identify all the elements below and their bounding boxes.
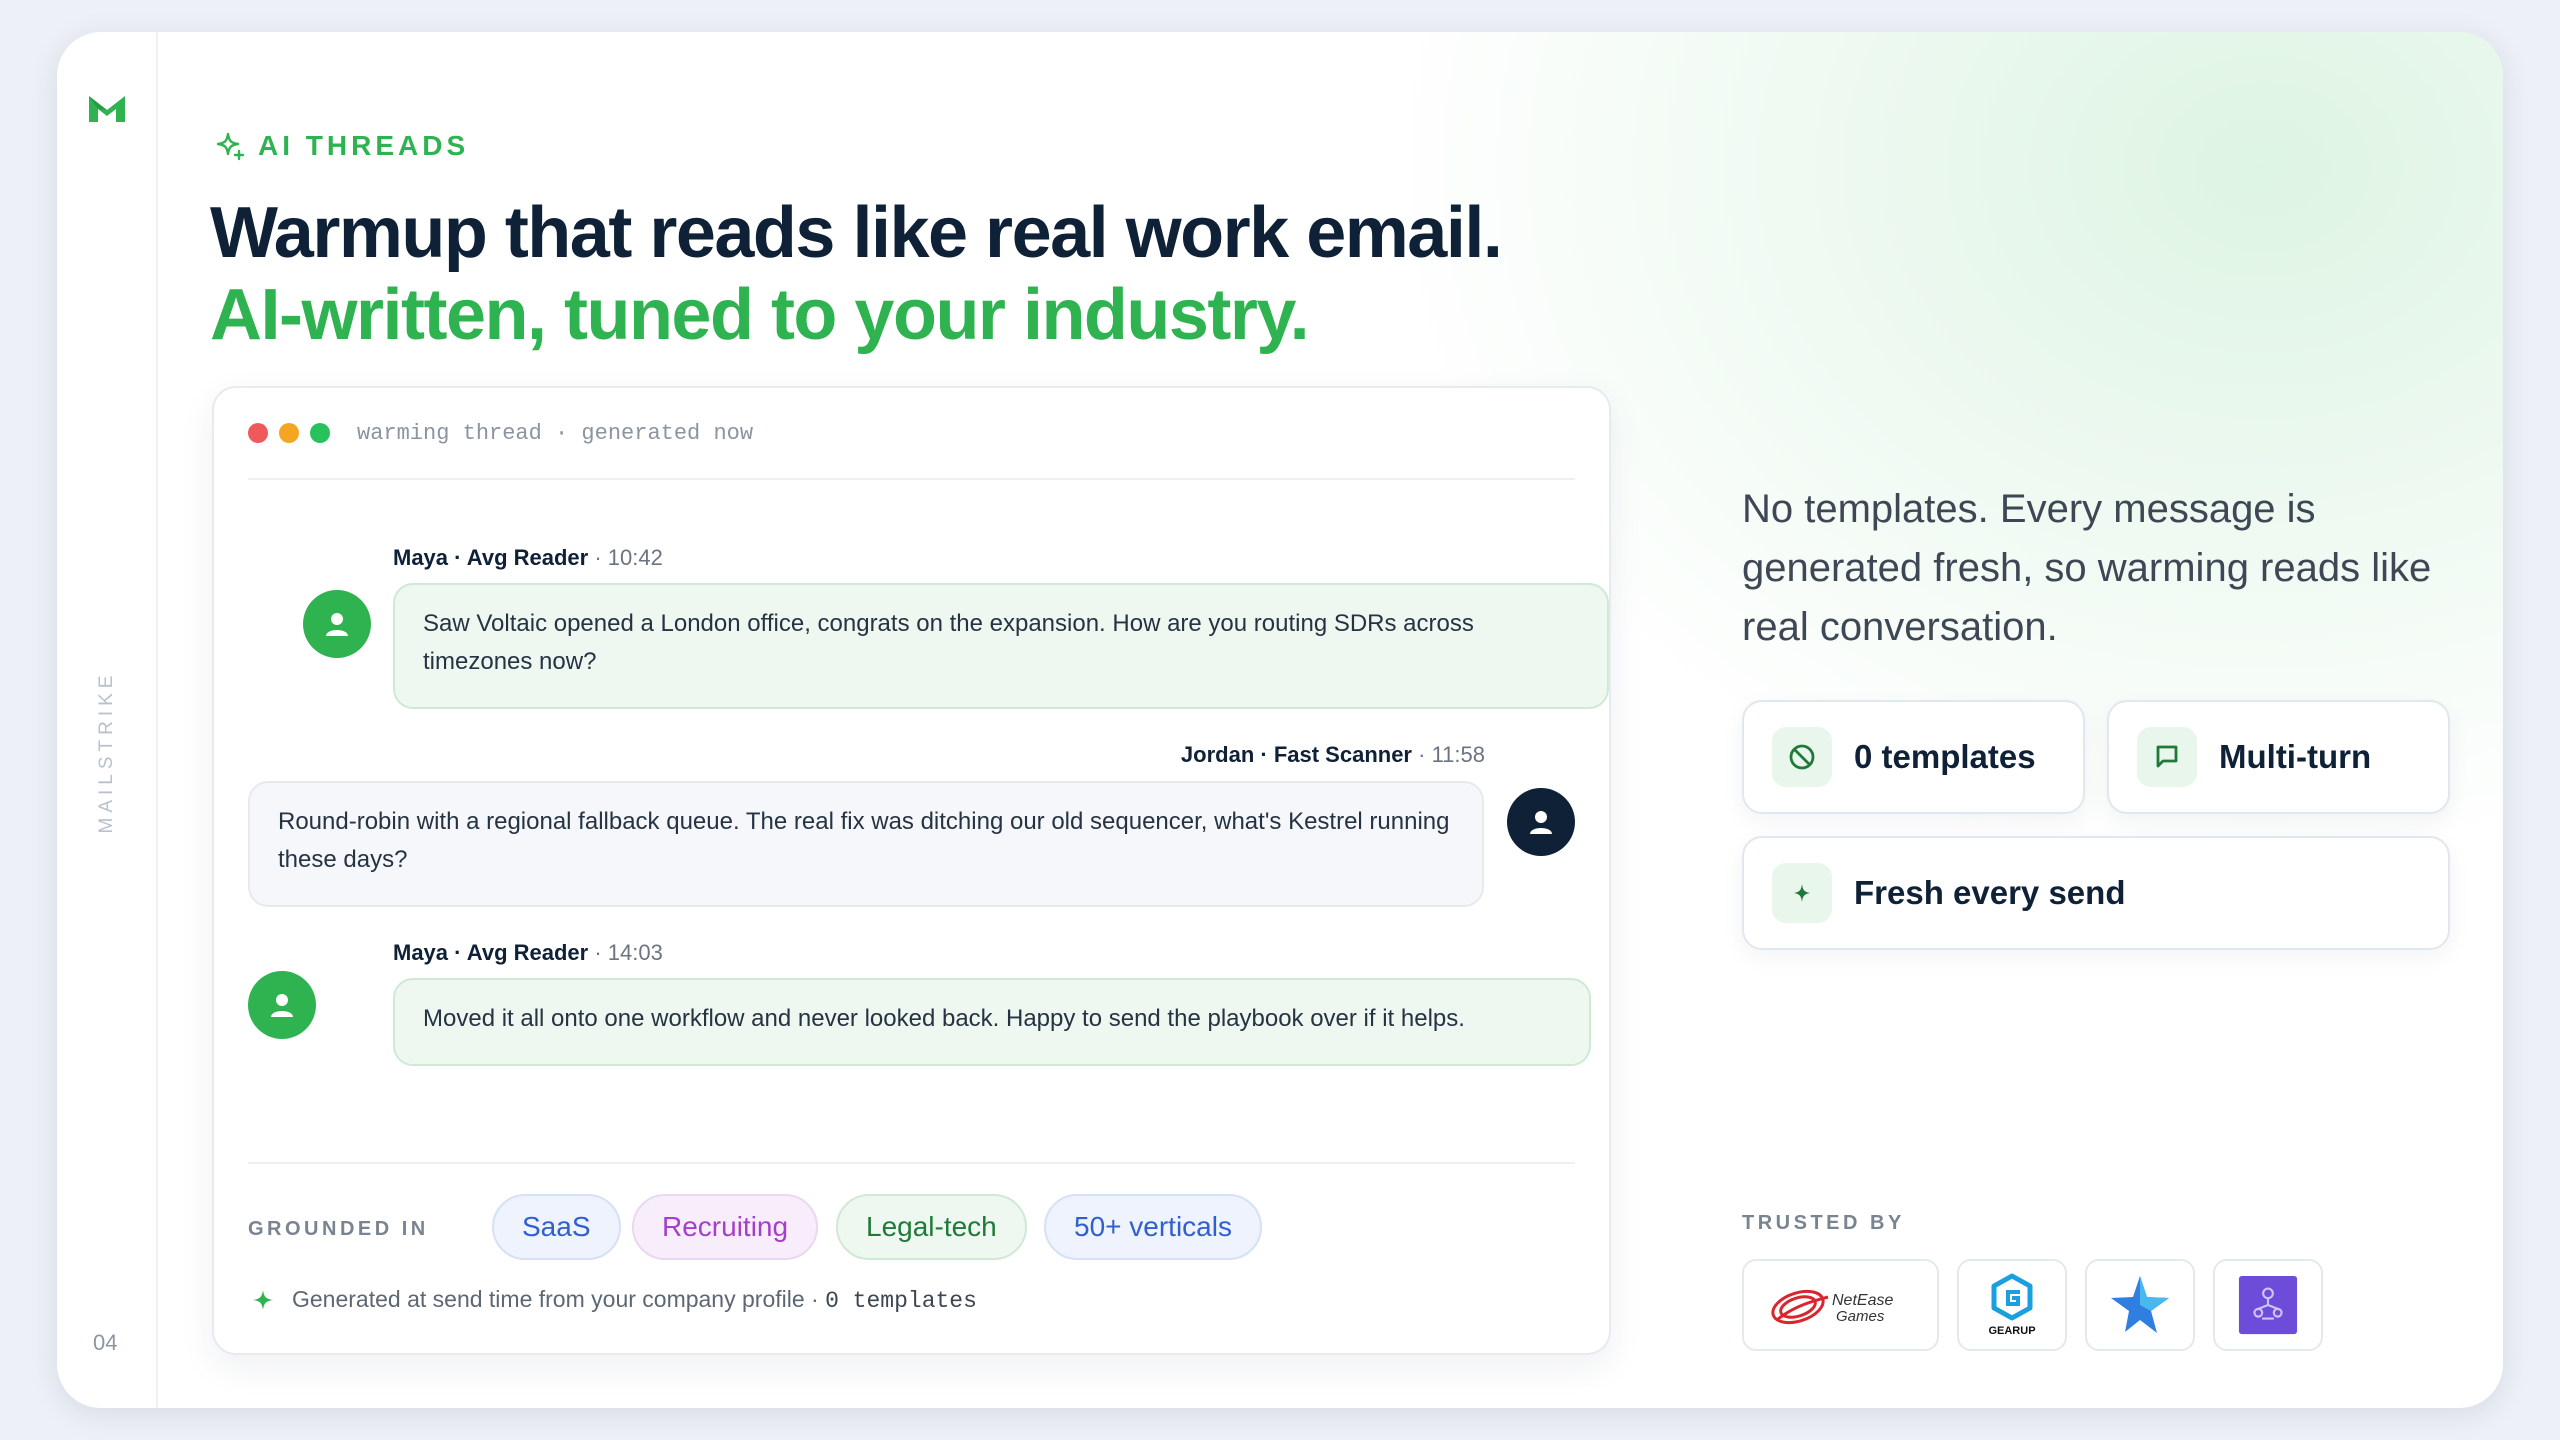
user-icon	[271, 994, 293, 1017]
sender-name: Jordan · Fast Scanner	[1180, 742, 1412, 767]
message-sender: Maya · Avg Reader · 14:03	[393, 940, 663, 965]
note-text: Generated at send time from your company…	[292, 1286, 819, 1312]
message-time: 10:42	[607, 545, 663, 570]
logo-text: NetEase	[1832, 1292, 1893, 1309]
feature-label: Multi-turn	[2219, 738, 2372, 775]
trusted-label: TRUSTED BY	[1742, 1212, 1905, 1234]
message-bubble: Moved it all onto one workflow and never…	[393, 978, 1591, 1066]
chip-recruiting[interactable]: Recruiting	[632, 1194, 819, 1260]
generation-note: Generated at send time from your company…	[252, 1286, 977, 1314]
thread-meta: warming thread · generated now	[357, 420, 754, 446]
page-title: Warmup that reads like real work email. …	[210, 192, 1503, 356]
netease-games-logo-icon: NetEase Games	[1770, 1289, 1893, 1325]
chip-saas[interactable]: SaaS	[492, 1194, 621, 1260]
logo-star	[2085, 1259, 2195, 1351]
eyebrow-label: AI THREADS	[258, 130, 470, 161]
feature-label: Fresh every send	[1854, 874, 2126, 911]
note-templates: 0 templates	[825, 1288, 977, 1314]
title-line-2: AI-written, tuned to your industry.	[210, 275, 1310, 355]
thread-card: warming thread · generated now Maya · Av…	[212, 386, 1611, 1355]
user-icon	[326, 613, 348, 636]
sparkle-icon	[216, 132, 245, 161]
sender-name: Maya · Avg Reader	[393, 545, 589, 570]
message-bubble: Saw Voltaic opened a London office, cong…	[393, 583, 1609, 709]
sender-name: Maya · Avg Reader	[393, 940, 589, 965]
avatar[interactable]	[248, 971, 316, 1039]
message-time: 14:03	[607, 940, 663, 965]
window-dot-yellow	[279, 423, 299, 443]
eyebrow: AI THREADS	[214, 130, 469, 162]
star-logo-icon	[2111, 1276, 2169, 1333]
logo-netease: NetEase Games	[1742, 1259, 1939, 1351]
page-number: 04	[93, 1330, 118, 1355]
avatar[interactable]	[1507, 788, 1575, 856]
feature-card-templates: 0 templates	[1742, 700, 2085, 814]
feature-card-fresh: Fresh every send	[1742, 836, 2450, 950]
ban-icon	[1772, 727, 1832, 787]
feature-label: 0 templates	[1854, 738, 2036, 775]
avatar[interactable]	[303, 590, 371, 658]
window-dot-green	[310, 423, 330, 443]
message-sender: Maya · Avg Reader · 10:42	[393, 545, 663, 570]
side-rail: MAILSTRIKE 04	[57, 32, 158, 1408]
thread-card-header: warming thread · generated now	[248, 388, 1575, 480]
divider	[248, 1162, 1575, 1164]
lead-paragraph: No templates. Every message is generated…	[1742, 487, 2432, 649]
title-line-1: Warmup that reads like real work email.	[210, 193, 1503, 273]
chip-legal-tech[interactable]: Legal-tech	[836, 1194, 1027, 1260]
logo-gearup: GEARUP	[1957, 1259, 2067, 1351]
mailstrike-logo-icon[interactable]	[87, 92, 127, 124]
chip-verticals[interactable]: 50+ verticals	[1044, 1194, 1262, 1260]
window-dot-red	[248, 423, 268, 443]
logo-text: Games	[1836, 1308, 1885, 1325]
rail-brand-label: MAILSTRIKE	[96, 670, 117, 834]
purple-logo-icon	[2238, 1275, 2298, 1335]
feature-card-multi-turn: Multi-turn	[2107, 700, 2450, 814]
gearup-logo-icon: GEARUP	[1988, 1273, 2036, 1337]
logo-text: GEARUP	[1988, 1325, 2035, 1337]
logo-purple	[2213, 1259, 2323, 1351]
grounded-label: GROUNDED IN	[248, 1218, 429, 1240]
chat-icon	[2137, 727, 2197, 787]
sparkle-icon	[253, 1290, 273, 1310]
message-time: 11:58	[1431, 742, 1485, 767]
message-sender: Jordan · Fast Scanner · 11:58	[1180, 742, 1485, 767]
sparkle-icon	[1772, 863, 1832, 923]
slide: MAILSTRIKE 04 AI THREADS Warmup that rea…	[57, 32, 2503, 1408]
message-bubble: Round-robin with a regional fallback que…	[248, 781, 1484, 907]
user-icon	[1530, 811, 1552, 834]
